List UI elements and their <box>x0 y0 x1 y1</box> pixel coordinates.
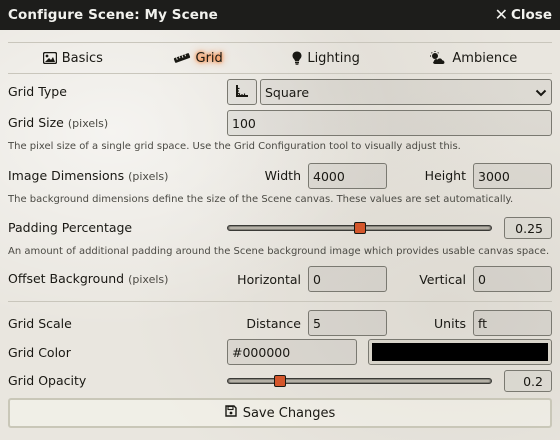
offset-label: Offset Background (pixels) <box>8 271 168 286</box>
tab-basics-label: Basics <box>61 50 103 66</box>
width-input[interactable]: 4000 <box>308 163 387 189</box>
lightbulb-icon <box>292 51 302 65</box>
grid-opacity-value: 0.2 <box>523 373 543 389</box>
width-value: 4000 <box>313 168 345 184</box>
width-label: Width <box>264 168 301 183</box>
close-button[interactable]: ✕ Close <box>494 5 552 24</box>
chevron-down-icon <box>535 85 547 100</box>
grid-color-picker[interactable] <box>368 339 552 365</box>
padding-row: Padding Percentage 0.25 An amount of add… <box>8 216 552 260</box>
padding-value: 0.25 <box>515 220 543 236</box>
height-value: 3000 <box>478 168 510 184</box>
tab-ambience[interactable]: Ambience <box>429 51 517 66</box>
padding-hint: An amount of additional padding around t… <box>8 246 550 257</box>
vertical-label: Vertical <box>419 272 466 287</box>
grid-color-row: Grid Color #000000 <box>8 339 552 367</box>
vertical-offset-input[interactable]: 0 <box>473 266 552 292</box>
tab-grid-label: Grid <box>195 50 223 66</box>
image-dimensions-label: Image Dimensions (pixels) <box>8 168 168 183</box>
units-label: Units <box>434 316 466 331</box>
offset-label-text: Offset Background <box>8 271 125 286</box>
window-title: Configure Scene: My Scene <box>8 7 218 23</box>
grid-type-select[interactable]: Square <box>260 79 552 105</box>
grid-size-row: Grid Size (pixels) 100 The pixel size of… <box>8 110 552 160</box>
save-changes-button[interactable]: Save Changes <box>8 398 552 428</box>
distance-label: Distance <box>246 316 301 331</box>
height-label: Height <box>424 168 466 183</box>
grid-color-label: Grid Color <box>8 345 71 360</box>
tab-grid[interactable]: Grid <box>173 51 223 66</box>
grid-opacity-row: Grid Opacity 0.2 <box>8 370 552 394</box>
offset-units: (pixels) <box>128 273 169 286</box>
tab-bar: Basics Grid Lighting Ambience <box>8 42 552 74</box>
grid-scale-label: Grid Scale <box>8 316 72 331</box>
save-changes-label: Save Changes <box>242 405 336 421</box>
units-value: ft <box>478 315 488 331</box>
horizontal-label: Horizontal <box>237 272 301 287</box>
ruler-icon <box>173 53 191 63</box>
grid-config-button[interactable] <box>227 79 257 105</box>
scene-config-window: Configure Scene: My Scene ✕ Close Basics… <box>0 0 560 440</box>
grid-size-label: Grid Size (pixels) <box>8 115 108 130</box>
grid-config-icon <box>235 84 249 101</box>
grid-color-value: #000000 <box>232 344 291 360</box>
image-dimensions-label-text: Image Dimensions <box>8 168 125 183</box>
window-titlebar[interactable]: Configure Scene: My Scene ✕ Close <box>0 0 560 30</box>
grid-type-row: Grid Type Square <box>8 79 552 107</box>
tab-lighting[interactable]: Lighting <box>292 51 360 66</box>
grid-color-input[interactable]: #000000 <box>227 339 357 365</box>
grid-opacity-value-display: 0.2 <box>504 370 552 392</box>
grid-opacity-label: Grid Opacity <box>8 373 87 388</box>
distance-value: 5 <box>313 315 321 331</box>
grid-size-units: (pixels) <box>67 117 109 130</box>
grid-scale-row: Grid Scale Distance 5 Units ft <box>8 310 552 338</box>
image-dimensions-row: Image Dimensions (pixels) Width 4000 Hei… <box>8 163 552 213</box>
padding-label: Padding Percentage <box>8 220 133 235</box>
grid-size-value: 100 <box>232 115 256 131</box>
tab-ambience-label: Ambience <box>452 50 518 66</box>
image-icon <box>42 52 57 64</box>
grid-size-input[interactable]: 100 <box>227 110 552 136</box>
grid-opacity-slider-track[interactable] <box>227 378 492 384</box>
grid-opacity-slider-thumb[interactable] <box>274 375 286 387</box>
grid-type-label: Grid Type <box>8 84 67 99</box>
tab-basics[interactable]: Basics <box>42 50 103 66</box>
distance-input[interactable]: 5 <box>308 310 387 336</box>
close-label: Close <box>510 7 552 23</box>
cloud-sun-icon <box>429 51 447 65</box>
horizontal-offset-input[interactable]: 0 <box>308 266 387 292</box>
offset-row: Offset Background (pixels) Horizontal 0 … <box>8 266 552 294</box>
horizontal-offset-value: 0 <box>313 271 321 287</box>
image-dimensions-hint: The background dimensions define the siz… <box>8 194 514 205</box>
section-divider <box>8 301 552 302</box>
padding-slider-thumb[interactable] <box>353 222 366 234</box>
grid-size-hint: The pixel size of a single grid space. U… <box>8 141 461 152</box>
vertical-offset-value: 0 <box>478 271 486 287</box>
save-icon <box>225 405 237 421</box>
grid-size-label-text: Grid Size <box>8 115 64 130</box>
padding-value-display: 0.25 <box>504 217 552 239</box>
height-input[interactable]: 3000 <box>473 163 552 189</box>
image-dimensions-units: (pixels) <box>128 170 169 183</box>
close-icon: ✕ <box>494 5 508 24</box>
grid-type-value: Square <box>265 84 310 100</box>
tab-lighting-label: Lighting <box>307 50 360 66</box>
units-input[interactable]: ft <box>473 310 552 336</box>
